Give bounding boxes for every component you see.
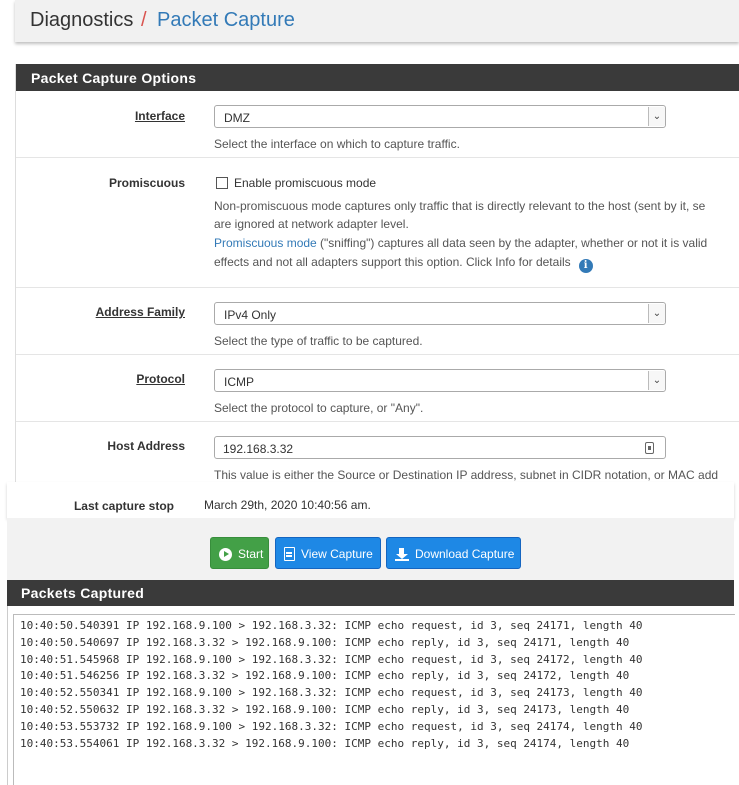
address-family-value: IPv4 Only: [224, 308, 277, 322]
packets-captured-panel: 10:40:50.540391 IP 192.168.9.100 > 192.1…: [7, 606, 735, 785]
protocol-value: ICMP: [224, 375, 254, 389]
address-family-row: Address Family IPv4 Only ⌄ Select the ty…: [16, 288, 739, 355]
packet-capture-options-panel: Packet Capture Options Interface DMZ ⌄ S…: [15, 64, 739, 482]
page-title[interactable]: Packet Capture: [157, 9, 295, 32]
promiscuous-label: Promiscuous: [108, 176, 185, 190]
promiscuous-checkbox-label: Enable promiscuous mode: [234, 176, 377, 190]
packet-line: 10:40:52.550341 IP 192.168.9.100 > 192.1…: [20, 686, 643, 700]
interface-label[interactable]: Interface: [135, 109, 185, 123]
checkbox-icon[interactable]: [216, 177, 228, 189]
promiscuous-help-line3: Promiscuous mode ("sniffing") captures a…: [214, 236, 708, 250]
promiscuous-help-line4: effects and not all adapters support thi…: [214, 255, 593, 273]
breadcrumb-separator: /: [140, 9, 147, 31]
host-address-input[interactable]: 192.168.3.32: [214, 436, 666, 459]
interface-select[interactable]: DMZ ⌄: [214, 105, 666, 128]
interface-help: Select the interface on which to capture…: [214, 137, 460, 151]
file-icon: [284, 547, 295, 561]
promiscuous-checkbox[interactable]: Enable promiscuous mode: [216, 176, 376, 190]
interface-value: DMZ: [224, 111, 250, 125]
packet-line: 10:40:50.540391 IP 192.168.9.100 > 192.1…: [20, 619, 643, 632]
last-capture-value: March 29th, 2020 10:40:56 am.: [204, 498, 371, 512]
protocol-help: Select the protocol to capture, or "Any"…: [214, 401, 424, 415]
packet-line: 10:40:50.540697 IP 192.168.3.32 > 192.16…: [20, 635, 630, 649]
play-icon: [219, 548, 232, 561]
address-family-help: Select the type of traffic to be capture…: [214, 334, 423, 348]
chevron-down-icon: ⌄: [648, 371, 665, 390]
promiscuous-mode-link[interactable]: Promiscuous mode: [214, 236, 317, 250]
promiscuous-help-line2: are ignored at network adapter level.: [214, 217, 409, 231]
address-family-select[interactable]: IPv4 Only ⌄: [214, 302, 666, 325]
protocol-row: Protocol ICMP ⌄ Select the protocol to c…: [16, 355, 739, 422]
breadcrumb-section[interactable]: Diagnostics /: [30, 9, 147, 32]
start-button[interactable]: Start: [210, 537, 269, 569]
info-icon[interactable]: i: [578, 259, 593, 273]
view-capture-button[interactable]: View Capture: [275, 537, 381, 569]
address-family-label[interactable]: Address Family: [96, 305, 185, 319]
host-address-help: This value is either the Source or Desti…: [214, 468, 719, 482]
promiscuous-row: Promiscuous Enable promiscuous mode Non-…: [16, 158, 739, 288]
packets-output[interactable]: 10:40:50.540391 IP 192.168.9.100 > 192.1…: [13, 614, 735, 785]
keyboard-icon: [645, 442, 654, 454]
protocol-label[interactable]: Protocol: [136, 372, 185, 386]
chevron-down-icon: ⌄: [648, 107, 665, 126]
packet-line: 10:40:53.554061 IP 192.168.3.32 > 192.16…: [20, 736, 630, 750]
last-capture-label: Last capture stop: [73, 499, 174, 513]
host-address-row: Host Address 192.168.3.32 This value is …: [16, 422, 739, 482]
promiscuous-help-line1: Non-promiscuous mode captures only traff…: [214, 199, 706, 213]
chevron-down-icon: ⌄: [648, 304, 665, 323]
packet-line: 10:40:51.546256 IP 192.168.3.32 > 192.16…: [20, 669, 630, 683]
host-address-value: 192.168.3.32: [223, 442, 294, 456]
packet-line: 10:40:52.550632 IP 192.168.3.32 > 192.16…: [20, 702, 630, 716]
host-address-label: Host Address: [107, 439, 185, 453]
download-icon: [395, 548, 409, 561]
panel-title: Packet Capture Options: [16, 64, 739, 91]
interface-row: Interface DMZ ⌄ Select the interface on …: [16, 91, 739, 158]
breadcrumb: Diagnostics / Packet Capture: [15, 0, 739, 42]
packets-captured-title: Packets Captured: [7, 580, 734, 606]
packet-line: 10:40:51.545968 IP 192.168.9.100 > 192.1…: [20, 652, 643, 666]
packet-line: 10:40:53.553732 IP 192.168.9.100 > 192.1…: [20, 719, 643, 733]
last-capture-row: Last capture stop March 29th, 2020 10:40…: [7, 482, 734, 518]
protocol-select[interactable]: ICMP ⌄: [214, 369, 666, 392]
download-capture-button[interactable]: Download Capture: [386, 537, 521, 569]
